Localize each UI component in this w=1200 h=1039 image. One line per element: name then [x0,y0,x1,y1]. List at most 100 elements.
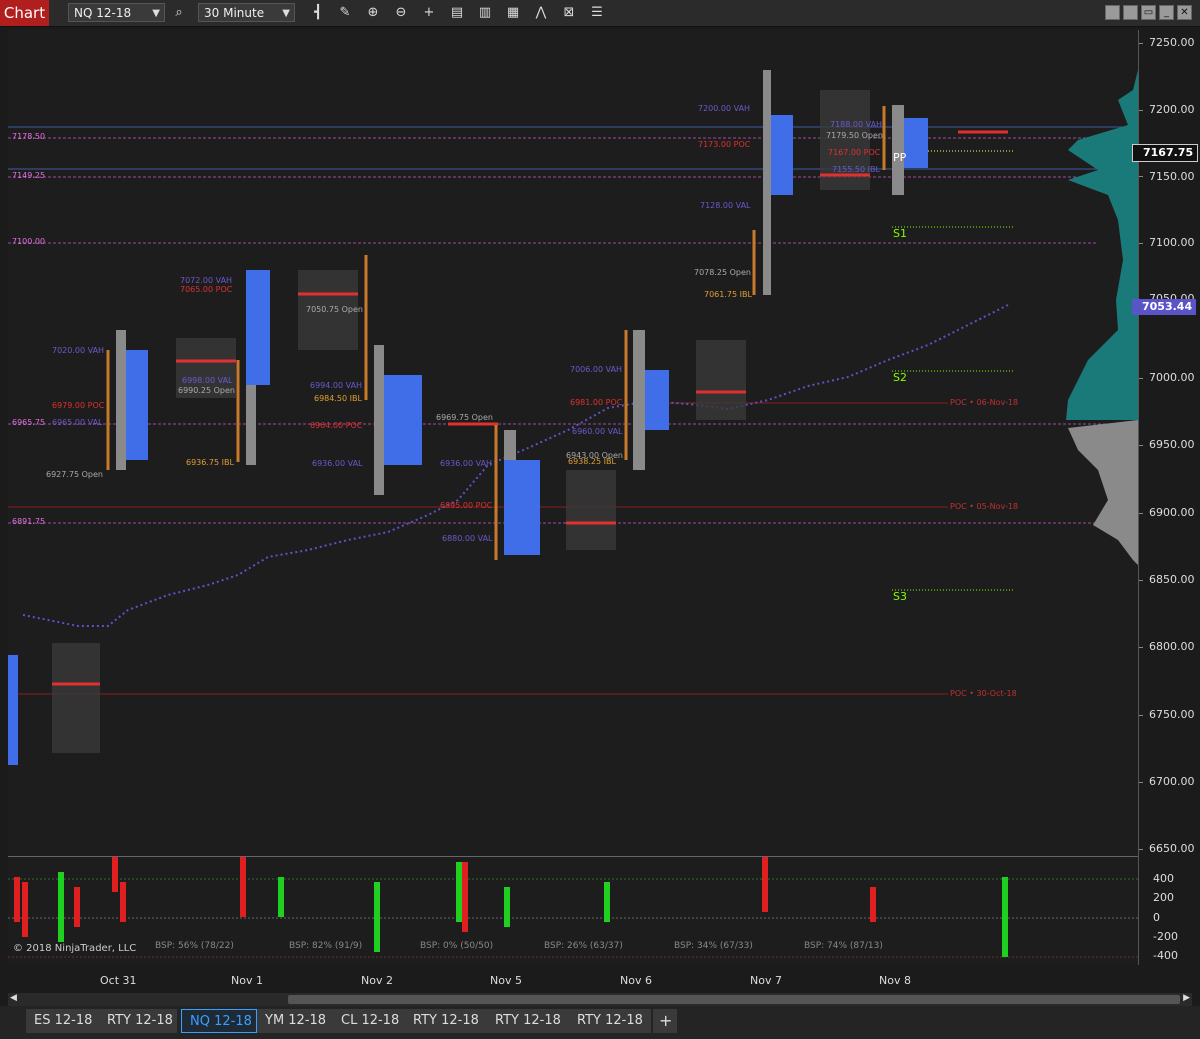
poc-label: 7167.00 POC [828,148,881,157]
date-label: Nov 5 [490,974,522,987]
bsp-label: BSP: 26% (63/37) [544,941,623,951]
close-icon[interactable]: ✕ [1177,5,1192,20]
tab-rty[interactable]: RTY 12-18 [99,1009,177,1033]
instrument-tab-bar: ES 12-18 RTY 12-18 NQ 12-18 YM 12-18 CL … [0,1006,1200,1039]
strategies-icon[interactable]: ▦ [504,4,522,22]
val-label: 6960.00 VAL [572,427,623,436]
ibl-label: 6936.75 IBL [186,458,234,467]
search-icon[interactable]: ⌕ [170,4,188,22]
horizontal-scrollbar[interactable]: ◀ ▶ [8,993,1192,1006]
price-chart-svg [8,70,1138,765]
tab-rty[interactable]: RTY 12-18 [405,1009,487,1033]
volume-profile-teal [1066,70,1138,420]
profile-nov5 [504,430,540,555]
properties-icon[interactable]: ▤ [448,4,466,22]
pivot-s1-label: S1 [893,227,907,240]
interval-selector[interactable]: 30 Minute ▼ [198,3,295,22]
chevron-down-icon: ▼ [152,8,160,19]
price-axis-label: 6800.00 [1149,640,1195,653]
ghost-profile [566,470,616,550]
date-label: Nov 6 [620,974,652,987]
chevron-down-icon: ▼ [282,8,290,19]
open-label: 6969.75 Open [436,413,493,422]
poc-label: 6981.00 POC [570,398,623,407]
open-label: 7179.50 Open [826,131,883,140]
scroll-left-icon[interactable]: ◀ [10,993,17,1003]
bar-type-icon[interactable]: ┫ [309,4,327,22]
bsp-label: BSP: 74% (87/13) [804,941,883,951]
minimize2-icon[interactable]: _ [1159,5,1174,20]
level-label: 6891.75 [12,517,46,526]
open-label: 7050.75 Open [306,305,363,314]
profile-bar [116,330,126,470]
restore-icon[interactable] [1123,5,1138,20]
indicators-icon[interactable]: ⋀ [532,4,550,22]
pivot-s2-label: S2 [893,371,907,384]
date-label: Nov 7 [750,974,782,987]
price-axis-label: 6900.00 [1149,506,1195,519]
zoom-in-icon[interactable]: ⊕ [364,4,382,22]
price-axis-label: 7250.00 [1149,36,1195,49]
sub-axis-label: 0 [1153,911,1160,924]
chart-toolbar: Chart NQ 12-18 ▼ ⌕ 30 Minute ▼ ┫ ✎ ⊕ ⊖ + ▤… [0,0,1200,27]
poc-marks [52,130,1008,686]
profile-bar [504,460,540,555]
profile-bar [633,330,645,470]
menu-icon[interactable]: ☰ [588,4,606,22]
val-label: 6998.00 VAL [182,376,233,385]
sub-axis-label: -200 [1153,930,1178,943]
drawing-tool-icon[interactable]: ✎ [336,4,354,22]
copyright-text: © 2018 NinjaTrader, LLC [13,943,137,954]
instrument-selector[interactable]: NQ 12-18 ▼ [68,3,165,22]
tab-ym[interactable]: YM 12-18 [257,1009,333,1033]
val-label: 7128.00 VAL [700,201,751,210]
vah-label: 7006.00 VAH [570,365,623,374]
tab-es[interactable]: ES 12-18 [26,1009,102,1033]
profile-nov2 [374,345,422,495]
tab-rty[interactable]: RTY 12-18 [569,1009,651,1033]
snapshot-icon[interactable]: ⊠ [560,4,578,22]
poc-label: 7065.00 POC [180,285,233,294]
profile-nov7 [763,70,793,295]
add-tab-button[interactable]: + [653,1009,677,1033]
sub-axis-label: 200 [1153,891,1174,904]
instrument-value: NQ 12-18 [74,6,132,20]
crosshair-icon[interactable]: + [420,4,438,22]
ghost-profile [52,643,100,753]
tab-cl[interactable]: CL 12-18 [333,1009,405,1033]
vah-label: 6936.00 VAH [440,459,493,468]
minimize-icon[interactable] [1105,5,1120,20]
zoom-out-icon[interactable]: ⊖ [392,4,410,22]
tab-rty[interactable]: RTY 12-18 [487,1009,569,1033]
ibl-label: 7155.50 IBL [832,165,880,174]
indicator-panel[interactable]: © 2018 NinjaTrader, LLC BSP: 56% (78/22)… [8,856,1138,965]
level-label: 7178.50 [12,132,46,141]
price-axis-label: 7000.00 [1149,371,1195,384]
vah-label: 7188.00 VAH [830,120,883,129]
templates-icon[interactable]: ▥ [476,4,494,22]
bsp-label: BSP: 82% (91/9) [289,941,363,951]
price-axis-label: 6650.00 [1149,842,1195,855]
price-axis-label: 7100.00 [1149,236,1195,249]
ghost-profile [696,340,746,420]
profile-bar [8,655,18,765]
price-panel[interactable]: 7178.50 7149.25 7100.00 6965.75 6891.75 … [8,30,1138,856]
profile-bar [246,270,270,385]
tab-nq[interactable]: NQ 12-18 [181,1009,257,1033]
time-axis[interactable]: Oct 31 Nov 1 Nov 2 Nov 5 Nov 6 Nov 7 Nov… [8,965,1138,993]
date-label: Nov 2 [361,974,393,987]
scroll-right-icon[interactable]: ▶ [1183,993,1190,1003]
price-axis[interactable]: 7250.00 7200.00 7150.00 7100.00 7050.00 … [1132,30,1200,965]
ibl-label: 6984.50 IBL [314,394,362,403]
naked-poc-label: POC • 30-Oct-18 [950,689,1017,698]
profile-bar [763,70,771,295]
date-label: Nov 8 [879,974,911,987]
scrollbar-thumb[interactable] [288,995,1180,1004]
naked-poc-label: POC • 06-Nov-18 [950,398,1019,407]
naked-poc-label: POC • 05-Nov-18 [950,502,1019,511]
sub-axis-label: 400 [1153,872,1174,885]
profile-bar [374,345,384,495]
maximize-icon[interactable]: ▭ [1141,5,1156,20]
chart-window-label[interactable]: Chart [0,0,49,26]
profile-bar [892,105,904,195]
